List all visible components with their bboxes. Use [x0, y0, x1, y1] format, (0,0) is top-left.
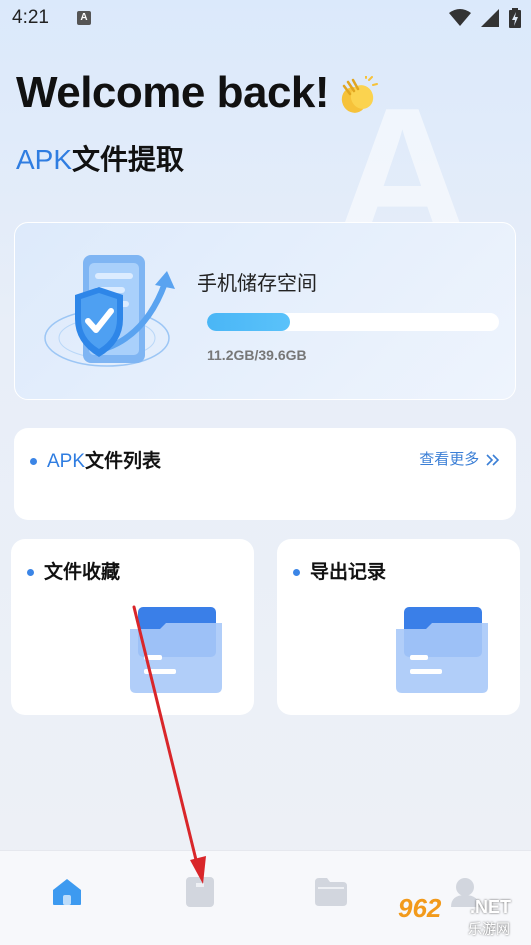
welcome-title: Welcome back! [16, 68, 330, 117]
watermark-suffix: .NET [470, 897, 512, 917]
export-records-title: 导出记录 [293, 557, 386, 584]
export-records-title-text: 导出记录 [310, 561, 387, 583]
status-bar: 4:21 A [0, 0, 531, 36]
apk-list-title-cn: 文件列表 [85, 450, 162, 472]
storage-progress-fill [207, 313, 290, 331]
nav-folder[interactable] [314, 875, 348, 909]
app-subtitle: APK文件提取 [16, 138, 184, 178]
home-icon [53, 879, 81, 905]
watermark-sub: 乐游网 [468, 922, 510, 938]
site-watermark: 962 .NET 乐游网 [396, 893, 526, 941]
status-time: 4:21 [12, 7, 49, 28]
storage-usage-text: 11.2GB/39.6GB [207, 347, 307, 363]
nav-apk[interactable] [183, 875, 217, 909]
folder-icon [315, 878, 347, 906]
storage-progress-bar [207, 313, 499, 331]
wifi-icon [449, 9, 471, 26]
apk-list-title: APK文件列表 [30, 446, 161, 473]
document-icon [186, 877, 214, 907]
bullet-dot [293, 569, 300, 576]
apk-list-title-apk: APK [47, 451, 86, 472]
phone-security-illustration [44, 255, 175, 367]
nav-home[interactable] [50, 875, 84, 909]
bullet-dot [27, 569, 34, 576]
clapping-hands-icon [341, 76, 378, 113]
battery-charging-icon [509, 8, 521, 28]
see-more-label: 查看更多 [419, 450, 480, 468]
see-more-link[interactable]: 查看更多 [419, 448, 500, 469]
subtitle-apk: APK [16, 144, 73, 175]
favorites-title-text: 文件收藏 [44, 561, 121, 583]
signal-icon [481, 9, 499, 27]
watermark-main: 962 [398, 893, 442, 923]
bullet-dot [30, 458, 37, 465]
favorites-title: 文件收藏 [27, 557, 120, 584]
folder-icon [396, 607, 488, 693]
subtitle-cn: 文件提取 [72, 143, 185, 176]
apk-list-card[interactable]: APK文件列表 查看更多 [14, 428, 516, 520]
export-records-card[interactable]: 导出记录 [277, 539, 520, 715]
double-chevron-right-icon [486, 453, 500, 466]
storage-title: 手机储存空间 [197, 271, 317, 295]
favorites-card[interactable]: 文件收藏 [11, 539, 254, 715]
storage-card[interactable]: 手机储存空间 11.2GB/39.6GB [14, 222, 516, 400]
folder-icon [130, 607, 222, 693]
notification-icon: A [76, 11, 91, 25]
